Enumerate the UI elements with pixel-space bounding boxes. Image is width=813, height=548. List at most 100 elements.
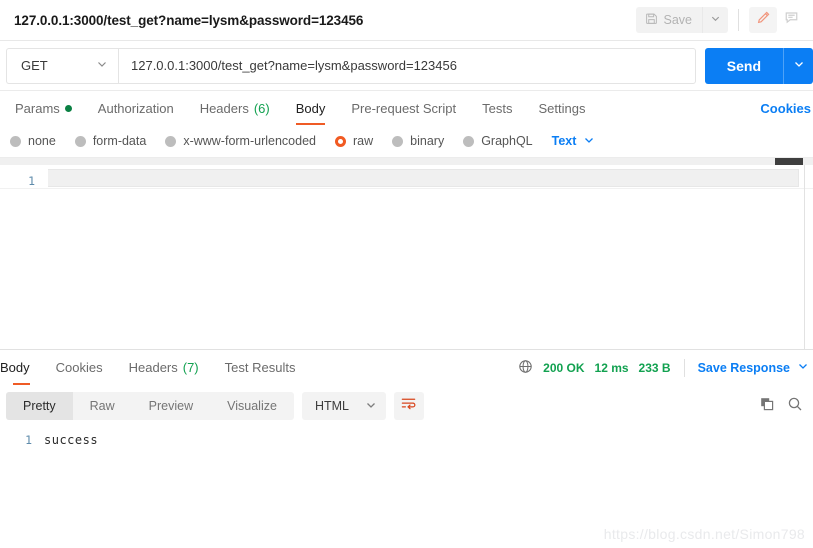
url-input[interactable]: 127.0.0.1:3000/test_get?name=lysm&passwo…	[118, 47, 696, 84]
response-tab-cookies-label: Cookies	[55, 360, 103, 375]
watermark: https://blog.csdn.net/Simon798	[603, 526, 805, 542]
editor-horizontal-scrollbar-track[interactable]	[0, 158, 813, 165]
send-options-caret[interactable]	[783, 47, 813, 84]
response-tab-headers-label: Headers	[128, 360, 178, 375]
tab-settings-label: Settings	[538, 100, 586, 116]
tab-body-label: Body	[295, 100, 326, 116]
comment-icon	[784, 10, 799, 30]
response-body-viewer[interactable]: 1 success https://blog.csdn.net/Simon798	[0, 427, 813, 548]
save-options-caret[interactable]	[702, 7, 728, 33]
chevron-down-icon	[793, 57, 805, 75]
body-type-graphql-label: GraphQL	[481, 134, 533, 148]
response-view-toolbar: Pretty Raw Preview Visualize HTML	[0, 385, 813, 427]
save-response-button[interactable]: Save Response	[698, 360, 809, 375]
body-type-binary[interactable]: binary	[392, 134, 444, 148]
request-tabs: Params Authorization Headers (6) Body Pr…	[0, 91, 813, 125]
tab-authorization-label: Authorization	[97, 100, 174, 116]
body-type-none-label: none	[28, 134, 56, 148]
tab-params-label: Params	[15, 100, 60, 116]
title-bar: 127.0.0.1:3000/test_get?name=lysm&passwo…	[0, 0, 813, 41]
floppy-disk-icon	[645, 12, 658, 28]
body-type-form-data[interactable]: form-data	[74, 134, 147, 148]
url-bar-row: GET 127.0.0.1:3000/test_get?name=lysm&pa…	[0, 41, 813, 91]
word-wrap-toggle[interactable]	[393, 392, 424, 420]
radio-icon	[10, 135, 21, 147]
response-tabs: Body Cookies Headers (7) Test Results 20…	[0, 350, 813, 385]
response-tab-headers-count: (7)	[182, 360, 199, 375]
radio-icon	[463, 135, 475, 147]
radio-selected-icon	[335, 135, 346, 147]
save-button[interactable]: Save	[636, 7, 703, 33]
body-type-options: none form-data x-www-form-urlencoded raw…	[0, 125, 813, 157]
tab-headers[interactable]: Headers (6)	[187, 91, 283, 125]
response-time: 12 ms	[594, 360, 629, 375]
editor-content-area[interactable]: 1	[0, 158, 813, 349]
tab-pre-request-script-label: Pre-request Script	[351, 100, 457, 116]
toolbar-divider	[738, 9, 739, 31]
raw-format-selector[interactable]: Text	[552, 134, 596, 149]
tab-headers-label: Headers	[199, 100, 249, 116]
body-type-raw[interactable]: raw	[335, 134, 373, 148]
globe-icon	[518, 359, 533, 377]
editor-row-divider	[0, 188, 813, 189]
tab-params[interactable]: Params	[2, 91, 85, 125]
response-format-label: HTML	[314, 399, 349, 413]
tab-tests[interactable]: Tests	[469, 91, 525, 125]
cookies-link[interactable]: Cookies	[760, 91, 813, 125]
editor-vertical-scrollbar[interactable]	[804, 165, 805, 349]
chevron-down-icon	[365, 399, 377, 414]
radio-icon	[165, 135, 177, 147]
edit-request-button[interactable]	[749, 7, 777, 33]
raw-format-label: Text	[551, 134, 577, 148]
request-title: 127.0.0.1:3000/test_get?name=lysm&passwo…	[14, 12, 364, 28]
comments-button[interactable]	[777, 7, 805, 33]
response-tab-body[interactable]: Body	[0, 350, 43, 385]
radio-icon	[74, 135, 86, 147]
copy-icon[interactable]	[759, 396, 775, 417]
tab-pre-request-script[interactable]: Pre-request Script	[338, 91, 469, 125]
radio-icon	[392, 135, 404, 147]
response-tab-test-results-label: Test Results	[224, 360, 296, 375]
editor-line-1[interactable]	[48, 169, 799, 187]
view-mode-raw[interactable]: Raw	[73, 392, 132, 420]
params-active-dot-icon	[64, 104, 72, 112]
body-type-binary-label: binary	[410, 134, 445, 148]
save-button-group: Save	[635, 7, 728, 33]
tab-tests-label: Tests	[482, 100, 513, 116]
chevron-down-icon	[96, 58, 108, 73]
tab-headers-count: (6)	[253, 100, 270, 116]
title-bar-actions: Save	[635, 0, 806, 40]
tab-body[interactable]: Body	[283, 91, 339, 125]
body-type-none[interactable]: none	[10, 134, 56, 148]
postman-window: 127.0.0.1:3000/test_get?name=lysm&passwo…	[0, 0, 813, 548]
view-mode-preview[interactable]: Preview	[132, 392, 210, 420]
response-status-meta: 200 OK 12 ms 233 B Save Response	[518, 350, 813, 385]
body-type-raw-label: raw	[353, 134, 374, 148]
response-tab-cookies[interactable]: Cookies	[43, 350, 116, 385]
request-body-editor[interactable]: 1	[0, 157, 813, 349]
body-type-x-www-form-urlencoded-label: x-www-form-urlencoded	[183, 134, 316, 148]
response-status-code: 200 OK	[543, 360, 585, 375]
search-icon[interactable]	[787, 396, 803, 417]
tab-authorization[interactable]: Authorization	[85, 91, 187, 125]
view-mode-visualize[interactable]: Visualize	[210, 392, 294, 420]
editor-code-area[interactable]	[48, 165, 813, 349]
http-method-label: GET	[21, 58, 48, 73]
response-toolbar-actions	[759, 396, 803, 417]
editor-line-numbers: 1	[28, 174, 35, 188]
response-tab-test-results[interactable]: Test Results	[212, 350, 309, 385]
response-tab-headers[interactable]: Headers (7)	[116, 350, 212, 385]
response-size: 233 B	[638, 360, 671, 375]
body-type-x-www-form-urlencoded[interactable]: x-www-form-urlencoded	[165, 134, 316, 148]
body-type-graphql[interactable]: GraphQL	[463, 134, 533, 148]
send-button[interactable]: Send	[705, 48, 783, 84]
tab-settings[interactable]: Settings	[525, 91, 598, 125]
word-wrap-icon	[400, 395, 417, 417]
view-mode-pretty[interactable]: Pretty	[6, 392, 73, 420]
chevron-down-icon	[583, 134, 595, 149]
meta-divider	[683, 358, 685, 377]
http-method-selector[interactable]: GET	[6, 47, 118, 84]
editor-horizontal-scrollbar-thumb[interactable]	[775, 158, 803, 165]
response-format-selector[interactable]: HTML	[301, 392, 386, 420]
body-type-form-data-label: form-data	[92, 134, 147, 148]
